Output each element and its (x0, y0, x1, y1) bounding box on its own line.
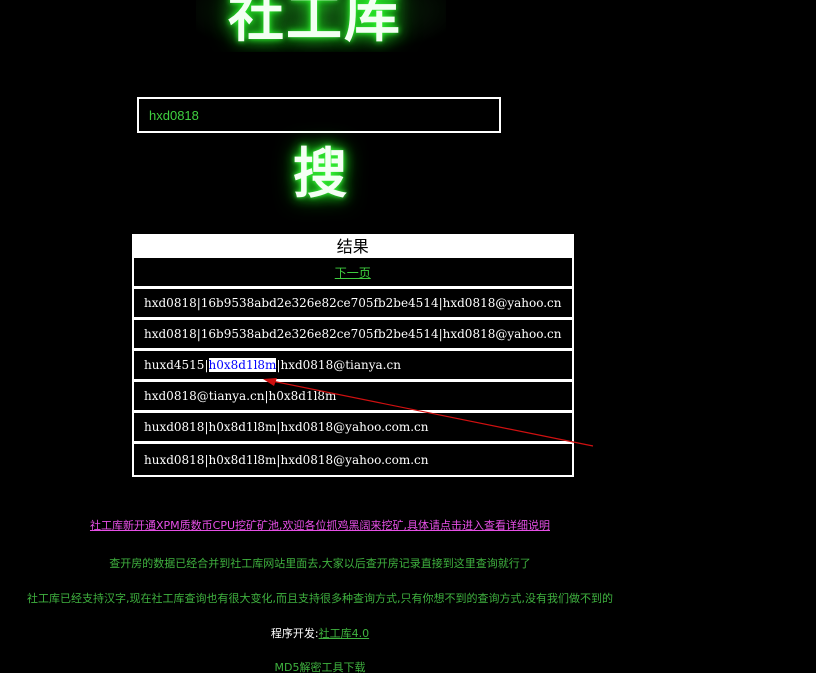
result-row-suffix: |hxd0818@tianya.cn (276, 358, 401, 372)
dev-label: 程序开发: (270, 627, 319, 640)
result-row: huxd0818|h0x8d1l8m|hxd0818@yahoo.com.cn (134, 413, 572, 444)
search-box (137, 97, 501, 133)
result-row-prefix: huxd4515| (144, 358, 209, 372)
result-row: hxd0818@tianya.cn|h0x8d1l8m (134, 382, 572, 413)
next-page-link[interactable]: 下一页 (335, 266, 371, 280)
site-logo[interactable]: 社工库 (196, 0, 446, 52)
results-title: 结果 (134, 236, 572, 258)
footer-dev: 程序开发:社工库4.0 (0, 625, 640, 641)
md5-tool-link[interactable]: MD5解密工具下载 (275, 661, 366, 673)
result-row: huxd0818|h0x8d1l8m|hxd0818@yahoo.com.cn (134, 444, 572, 475)
footer-promo: 社工库新开通XPM质数币CPU挖矿矿池,欢迎各位抓鸡黑阔来挖矿,具体请点击进入查… (0, 517, 640, 533)
search-button[interactable]: 搜 (282, 142, 358, 206)
search-input[interactable] (139, 99, 499, 131)
next-page-cell: 下一页 (134, 258, 572, 289)
footer-notice-1: 查开房的数据已经合并到社工库网站里面去,大家以后查开房记录直接到这里查询就行了 (109, 557, 531, 570)
result-row: hxd0818|16b9538abd2e326e82ce705fb2be4514… (134, 289, 572, 320)
footer-notice-2: 社工库已经支持汉字,现在社工库查询也有很大变化,而且支持很多种查询方式,只有你想… (27, 592, 613, 605)
logo-text: 社工库 (228, 0, 402, 50)
result-row: hxd0818|16b9538abd2e326e82ce705fb2be4514… (134, 320, 572, 351)
selected-text-highlight[interactable]: h0x8d1l8m (208, 358, 277, 372)
result-row: huxd4515|h0x8d1l8m|hxd0818@tianya.cn (134, 351, 572, 382)
footer-md5: MD5解密工具下载 (0, 659, 640, 673)
promo-link[interactable]: 社工库新开通XPM质数币CPU挖矿矿池,欢迎各位抓鸡黑阔来挖矿,具体请点击进入查… (90, 519, 550, 532)
dev-link[interactable]: 社工库4.0 (319, 627, 370, 640)
page: 社工库 搜 结果 下一页 hxd0818|16b9538abd2e326e82c… (0, 0, 816, 673)
results-table: 结果 下一页 hxd0818|16b9538abd2e326e82ce705fb… (132, 234, 574, 477)
